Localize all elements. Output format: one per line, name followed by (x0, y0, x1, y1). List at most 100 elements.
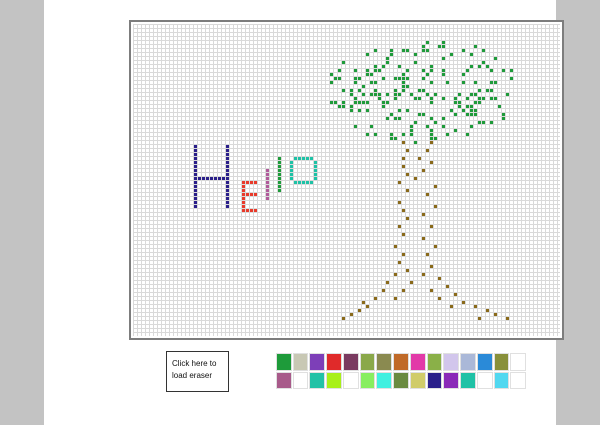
pixel-leaf (366, 109, 369, 112)
palette-swatch[interactable] (342, 353, 359, 371)
pixel-leaf (402, 85, 405, 88)
pixel-l (266, 169, 269, 172)
palette-swatch[interactable] (309, 371, 326, 389)
palette-swatch[interactable] (443, 371, 460, 389)
pixel-leaf (442, 73, 445, 76)
palette-swatch[interactable] (493, 353, 510, 371)
pixel-h (194, 157, 197, 160)
pixel-leaf (342, 105, 345, 108)
palette-swatch[interactable] (276, 353, 292, 371)
pixel-grid-canvas[interactable] (133, 24, 560, 336)
pixel-h (206, 177, 209, 180)
pixel-leaf (422, 77, 425, 80)
palette-swatch[interactable] (476, 371, 493, 389)
pixel-leaf (426, 49, 429, 52)
pixel-leaf (430, 81, 433, 84)
palette-swatch[interactable] (460, 353, 476, 371)
pixel-leaf (466, 69, 469, 72)
palette-swatch[interactable] (309, 353, 326, 371)
palette-swatch[interactable] (342, 371, 359, 389)
pixel-o (314, 177, 317, 180)
pixel-e (250, 209, 253, 212)
pixel-leaf (414, 97, 417, 100)
palette-swatch[interactable] (409, 371, 426, 389)
palette-swatch[interactable] (426, 353, 443, 371)
palette-swatch[interactable] (393, 371, 409, 389)
pixel-leaf (482, 61, 485, 64)
palette-swatch[interactable] (460, 371, 476, 389)
pixel-leaf (478, 65, 481, 68)
pixel-l2 (278, 165, 281, 168)
palette-swatch[interactable] (376, 371, 393, 389)
pixel-leaf (478, 97, 481, 100)
palette-swatch[interactable] (276, 371, 292, 389)
pixel-leaf (354, 97, 357, 100)
pixel-h (226, 165, 229, 168)
pixel-leaf (402, 89, 405, 92)
pixel-h (226, 185, 229, 188)
palette-swatch[interactable] (326, 353, 342, 371)
pixel-leaf (454, 113, 457, 116)
pixel-leaf (362, 85, 365, 88)
pixel-h (210, 177, 213, 180)
palette-swatch[interactable] (376, 353, 393, 371)
palette-swatch[interactable] (359, 371, 376, 389)
palette-swatch[interactable] (510, 371, 526, 389)
palette-swatch[interactable] (510, 353, 526, 371)
pixel-leaf (382, 77, 385, 80)
palette-swatch[interactable] (443, 353, 460, 371)
pixel-leaf (354, 69, 357, 72)
pixel-trunk (398, 201, 401, 204)
palette-swatch[interactable] (292, 353, 309, 371)
load-eraser-button[interactable]: Click here to load eraser (166, 351, 229, 392)
pixel-l2 (278, 189, 281, 192)
pixel-h (226, 145, 229, 148)
pixel-trunk (434, 245, 437, 248)
palette-swatch[interactable] (476, 353, 493, 371)
pixel-leaf (482, 49, 485, 52)
pixel-leaf (482, 121, 485, 124)
pixel-l2 (278, 173, 281, 176)
pixel-leaf (422, 113, 425, 116)
pixel-l2 (278, 185, 281, 188)
pixel-trunk (478, 317, 481, 320)
pixel-h (226, 201, 229, 204)
pixel-leaf (430, 69, 433, 72)
pixel-trunk (402, 253, 405, 256)
palette-swatch[interactable] (326, 371, 342, 389)
pixel-leaf (366, 53, 369, 56)
pixel-l (266, 197, 269, 200)
color-palette (276, 353, 526, 389)
pixel-leaf (358, 77, 361, 80)
pixel-leaf (366, 101, 369, 104)
pixel-leaf (442, 97, 445, 100)
pixel-o (302, 157, 305, 160)
pixel-leaf (426, 93, 429, 96)
pixel-leaf (354, 77, 357, 80)
palette-swatch[interactable] (292, 371, 309, 389)
pixel-h (194, 181, 197, 184)
pixel-e (246, 181, 249, 184)
pixel-leaf (442, 41, 445, 44)
pixel-leaf (410, 133, 413, 136)
palette-swatch[interactable] (359, 353, 376, 371)
pixel-leaf (418, 89, 421, 92)
pixel-h (226, 153, 229, 156)
pixel-leaf (442, 125, 445, 128)
pixel-h (218, 177, 221, 180)
palette-swatch[interactable] (426, 371, 443, 389)
pixel-leaf (442, 69, 445, 72)
palette-swatch[interactable] (409, 353, 426, 371)
pixel-leaf (414, 53, 417, 56)
pixel-leaf (478, 121, 481, 124)
eraser-label-line-1: Click here to (172, 359, 217, 368)
pixel-leaf (474, 113, 477, 116)
pixel-trunk (398, 181, 401, 184)
pixel-leaf (414, 121, 417, 124)
pixel-trunk (434, 185, 437, 188)
pixel-leaf (382, 101, 385, 104)
pixel-trunk (398, 261, 401, 264)
palette-swatch[interactable] (393, 353, 409, 371)
palette-swatch[interactable] (493, 371, 510, 389)
pixel-leaf (430, 65, 433, 68)
